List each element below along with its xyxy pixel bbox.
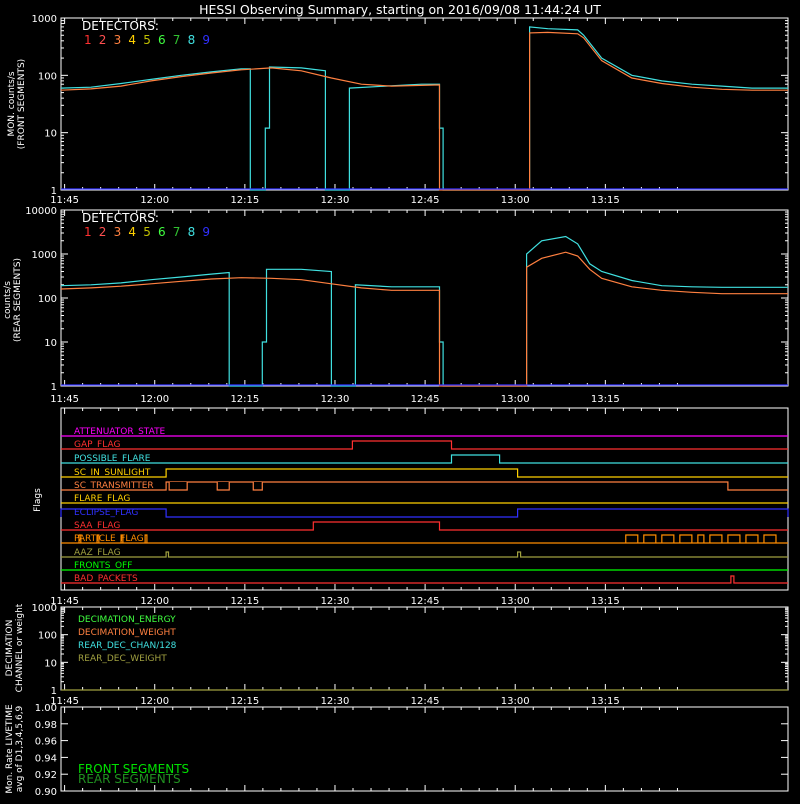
detector-legend-item: 4 bbox=[128, 225, 136, 239]
front-y-axis-label: (FRONT SEGMENTS) bbox=[17, 59, 27, 149]
detector-legend-item: 6 bbox=[158, 33, 166, 47]
detector-legend-item: 3 bbox=[114, 225, 122, 239]
decimation-legend-item: DECIMATION_ENERGY bbox=[78, 615, 176, 625]
x-tick-label: 12:30 bbox=[321, 394, 350, 405]
x-tick-label: 12:15 bbox=[230, 696, 259, 707]
flags-y-axis-label: Flags bbox=[33, 488, 43, 512]
observing-summary-figure: HESSI Observing Summary, starting on 201… bbox=[0, 0, 800, 800]
x-tick-label: 12:15 bbox=[230, 195, 259, 206]
y-tick-label: 10000 bbox=[25, 206, 57, 217]
detector-legend-item: 9 bbox=[202, 225, 210, 239]
detector-legend-item: 1 bbox=[84, 33, 92, 47]
transmitter-gap bbox=[217, 482, 230, 490]
x-tick-label: 13:00 bbox=[501, 696, 530, 707]
detector-legend-title: DETECTORS: bbox=[82, 211, 159, 225]
decimation-legend-item: DECIMATION_WEIGHT bbox=[78, 628, 176, 638]
detector-legend-item: 2 bbox=[99, 33, 107, 47]
x-tick-label: 13:15 bbox=[591, 596, 620, 607]
x-tick-label: 12:15 bbox=[230, 394, 259, 405]
x-tick-label: 12:00 bbox=[140, 696, 169, 707]
detector-legend-item: 7 bbox=[173, 33, 181, 47]
y-tick-label: 10 bbox=[44, 658, 57, 669]
y-tick-label: 0.90 bbox=[35, 787, 57, 798]
summary-plots: HESSI Observing Summary, starting on 201… bbox=[0, 0, 800, 800]
x-tick-label: 13:00 bbox=[501, 195, 530, 206]
x-tick-label: 12:45 bbox=[411, 195, 440, 206]
transmitter-gap bbox=[169, 482, 188, 490]
x-tick-label: 13:00 bbox=[501, 394, 530, 405]
decimation-legend-item: REAR_DEC_CHAN/128 bbox=[78, 641, 177, 651]
x-tick-label: 13:15 bbox=[591, 696, 620, 707]
detector-legend-item: 5 bbox=[143, 225, 151, 239]
decimation-y-axis-label: DECIMATION bbox=[5, 620, 15, 677]
y-tick-label: 100 bbox=[38, 294, 57, 305]
y-tick-label: 1000 bbox=[32, 14, 57, 25]
y-tick-label: 0.92 bbox=[35, 770, 57, 781]
detector-legend-title: DETECTORS: bbox=[82, 19, 159, 33]
x-tick-label: 12:00 bbox=[140, 394, 169, 405]
y-tick-label: 1000 bbox=[32, 603, 57, 614]
x-tick-label: 12:30 bbox=[321, 696, 350, 707]
x-tick-label: 13:15 bbox=[591, 394, 620, 405]
y-tick-label: 10 bbox=[44, 338, 57, 349]
detector-legend-item: 9 bbox=[202, 33, 210, 47]
x-tick-label: 12:30 bbox=[321, 195, 350, 206]
x-tick-label: 12:00 bbox=[140, 195, 169, 206]
x-tick-label: 12:15 bbox=[230, 596, 259, 607]
livetime-y-axis-label: Mon. Rate LIVETIME bbox=[5, 704, 15, 794]
x-tick-label: 12:00 bbox=[140, 596, 169, 607]
x-tick-label: 13:15 bbox=[591, 195, 620, 206]
livetime-y-axis-label: avg of D1,3,4,5,6,9 bbox=[15, 705, 25, 792]
x-tick-label: 12:30 bbox=[321, 596, 350, 607]
y-tick-label: 100 bbox=[38, 631, 57, 642]
detector-legend-item: 5 bbox=[143, 33, 151, 47]
y-tick-label: 0.94 bbox=[35, 753, 57, 764]
detector-legend-item: 8 bbox=[188, 225, 196, 239]
detector-legend-item: 7 bbox=[173, 225, 181, 239]
decimation-legend-item: REAR_DEC_WEIGHT bbox=[78, 654, 167, 664]
x-tick-label: 11:45 bbox=[50, 394, 79, 405]
livetime-legend-item: REAR SEGMENTS bbox=[78, 772, 181, 786]
x-tick-label: 11:45 bbox=[50, 195, 79, 206]
detector-legend-item: 6 bbox=[158, 225, 166, 239]
y-tick-label: 100 bbox=[38, 71, 57, 82]
x-tick-label: 12:45 bbox=[411, 596, 440, 607]
x-tick-label: 13:00 bbox=[501, 596, 530, 607]
detector-legend-item: 2 bbox=[99, 225, 107, 239]
detector-legend-item: 8 bbox=[188, 33, 196, 47]
y-tick-label: 10 bbox=[44, 129, 57, 140]
rear-y-axis-label: (REAR SEGMENTS) bbox=[13, 258, 23, 342]
x-tick-label: 12:45 bbox=[411, 394, 440, 405]
y-tick-label: 1.00 bbox=[35, 703, 57, 714]
detector-legend-item: 1 bbox=[84, 225, 92, 239]
y-tick-label: 0.98 bbox=[35, 720, 57, 731]
front-y-axis-label: MON. counts/s bbox=[7, 71, 17, 136]
detector-legend-item: 3 bbox=[114, 33, 122, 47]
transmitter-gap bbox=[253, 482, 263, 490]
figure-title: HESSI Observing Summary, starting on 201… bbox=[199, 2, 601, 17]
detector-legend-item: 4 bbox=[128, 33, 136, 47]
y-tick-label: 1 bbox=[51, 382, 57, 393]
rear-y-axis-label: counts/s bbox=[3, 281, 13, 319]
y-tick-label: 0.96 bbox=[35, 737, 57, 748]
x-tick-label: 12:45 bbox=[411, 696, 440, 707]
decimation-y-axis-label: CHANNEL or weight bbox=[15, 603, 25, 692]
y-tick-label: 1000 bbox=[32, 250, 57, 261]
